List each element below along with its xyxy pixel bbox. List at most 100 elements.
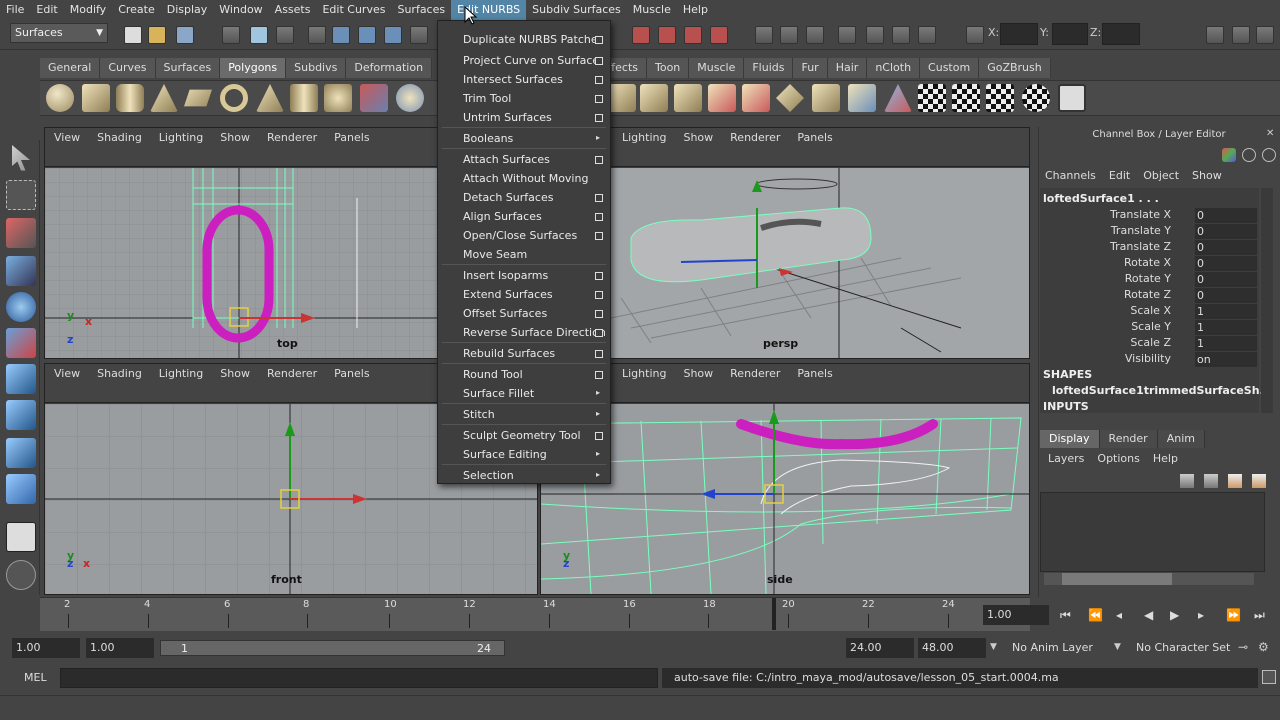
menu-item-untrim-surfaces[interactable]: Untrim Surfaces	[463, 111, 552, 124]
shelf-tab-deformation[interactable]: Deformation	[346, 58, 433, 78]
option-box-icon[interactable]	[595, 114, 603, 122]
attr-label-scale-z[interactable]: Scale Z	[1130, 336, 1171, 349]
cb-menu-show[interactable]: Show	[1187, 167, 1230, 185]
menu-help[interactable]: Help	[677, 0, 714, 20]
viewport-side[interactable]: Lighting Show Renderer Panels y z side	[540, 363, 1030, 595]
menu-subdiv-surfaces[interactable]: Subdiv Surfaces	[526, 0, 627, 20]
menu-modify[interactable]: Modify	[64, 0, 112, 20]
uv-cylindrical-icon[interactable]	[986, 84, 1014, 112]
vp-menu-renderer[interactable]: Renderer	[721, 131, 788, 144]
attr-value-rotate-y[interactable]: 0	[1195, 272, 1257, 287]
attr-value-scale-y[interactable]: 1	[1195, 320, 1257, 335]
menu-item-stitch[interactable]: Stitch	[463, 408, 495, 421]
chevron-down-icon[interactable]: ▼	[1114, 642, 1121, 652]
new-layer-icon[interactable]	[1180, 474, 1194, 488]
play-forward-icon[interactable]: ▶	[1170, 608, 1179, 622]
menu-surfaces[interactable]: Surfaces	[391, 0, 451, 20]
snap-point-icon[interactable]	[384, 26, 402, 44]
shelf-tab-curves[interactable]: Curves	[100, 58, 156, 78]
soft-mod-icon[interactable]	[6, 400, 36, 430]
attr-value-translate-y[interactable]: 0	[1195, 224, 1257, 239]
menu-window[interactable]: Window	[213, 0, 268, 20]
attr-label-translate-x[interactable]: Translate X	[1110, 208, 1171, 221]
split-polygon-icon[interactable]	[708, 84, 736, 112]
attr-value-rotate-x[interactable]: 0	[1195, 256, 1257, 271]
uv-editor-icon[interactable]	[1058, 84, 1086, 112]
menu-item-selection[interactable]: Selection	[463, 469, 514, 482]
option-box-icon[interactable]	[595, 350, 603, 358]
layer-menu-layers[interactable]: Layers	[1040, 450, 1092, 468]
vp-menu-shading[interactable]: Shading	[88, 367, 150, 380]
viewport-persp-canvas[interactable]: persp	[541, 168, 1029, 358]
step-back-frame-icon[interactable]: ◂	[1116, 608, 1122, 622]
extrude-icon[interactable]	[608, 84, 636, 112]
vp-menu-panels[interactable]: Panels	[788, 131, 840, 144]
shelf-tab-custom[interactable]: Custom	[920, 58, 980, 78]
layer-add-icon[interactable]	[1252, 474, 1266, 488]
manipulator-tool-icon[interactable]	[6, 364, 36, 394]
range-slider-track[interactable]: 1 24	[160, 640, 505, 656]
menu-item-round-tool[interactable]: Round Tool	[463, 368, 523, 381]
ipr-render-icon[interactable]	[806, 26, 824, 44]
end-time-field[interactable]: 48.00	[918, 638, 986, 658]
option-box-icon[interactable]	[595, 76, 603, 84]
magnet-icon[interactable]	[710, 26, 728, 44]
snap-plane-icon[interactable]	[410, 26, 428, 44]
poly-cube-icon[interactable]	[82, 84, 110, 112]
layer-menu-help[interactable]: Help	[1148, 450, 1186, 468]
lasso-tool-icon[interactable]	[6, 180, 36, 210]
option-box-icon[interactable]	[595, 371, 603, 379]
object-name[interactable]: loftedSurface1 . . .	[1043, 192, 1159, 205]
poly-sphere-icon[interactable]	[46, 84, 74, 112]
rotate-tool-icon[interactable]	[6, 292, 36, 322]
close-icon[interactable]: ✕	[1266, 128, 1274, 139]
vp-menu-panels[interactable]: Panels	[325, 131, 377, 144]
magnet-icon[interactable]	[684, 26, 702, 44]
select-component-icon[interactable]	[276, 26, 294, 44]
viewport-persp[interactable]: Lighting Show Renderer Panels persp	[540, 127, 1030, 359]
shelf-tab-gozbrush[interactable]: GoZBrush	[979, 58, 1051, 78]
menu-edit[interactable]: Edit	[30, 0, 63, 20]
shelf-tab-toon[interactable]: Toon	[646, 58, 690, 78]
menu-item-extend-surfaces[interactable]: Extend Surfaces	[463, 288, 553, 301]
attr-label-rotate-x[interactable]: Rotate X	[1124, 256, 1171, 269]
layer-list[interactable]	[1040, 492, 1265, 572]
attribute-editor-icon[interactable]	[1242, 148, 1256, 162]
option-box-icon[interactable]	[595, 156, 603, 164]
uv-planar-icon[interactable]	[952, 84, 980, 112]
menu-item-attach-surfaces[interactable]: Attach Surfaces	[463, 153, 550, 166]
menu-item-surface-editing[interactable]: Surface Editing	[463, 448, 547, 461]
menu-item-sculpt-geometry-tool[interactable]: Sculpt Geometry Tool	[463, 429, 581, 442]
insert-edge-loop-icon[interactable]	[742, 84, 770, 112]
step-back-key-icon[interactable]: ⏪	[1088, 608, 1103, 622]
menu-assets[interactable]: Assets	[269, 0, 317, 20]
uv-checker-icon[interactable]	[918, 84, 946, 112]
menu-item-attach-without-moving[interactable]: Attach Without Moving	[463, 172, 588, 185]
vp-menu-view[interactable]: View	[45, 367, 88, 380]
key-icon[interactable]: ⊸	[1238, 640, 1248, 654]
cb-menu-object[interactable]: Object	[1138, 167, 1187, 185]
script-editor-icon[interactable]	[1262, 670, 1276, 684]
vp-menu-show[interactable]: Show	[674, 131, 721, 144]
option-box-icon[interactable]	[595, 310, 603, 318]
vp-menu-lighting[interactable]: Lighting	[613, 367, 674, 380]
viewport-side-canvas[interactable]: y z side	[541, 404, 1029, 594]
select-hierarchy-icon[interactable]	[222, 26, 240, 44]
menu-item-insert-isoparms[interactable]: Insert Isoparms	[463, 269, 548, 282]
menu-edit-curves[interactable]: Edit Curves	[316, 0, 391, 20]
vp-menu-show[interactable]: Show	[211, 131, 258, 144]
poly-cylinder-icon[interactable]	[116, 84, 144, 112]
tool-settings-icon[interactable]	[1262, 148, 1276, 162]
menu-item-project-curve-on-surface[interactable]: Project Curve on Surface	[463, 54, 599, 67]
anim-layer-dropdown[interactable]: No Anim Layer	[1012, 641, 1093, 654]
vp-menu-show[interactable]: Show	[211, 367, 258, 380]
attr-label-scale-x[interactable]: Scale X	[1130, 304, 1171, 317]
menu-item-reverse-surface-direction[interactable]: Reverse Surface Direction	[463, 326, 606, 339]
open-scene-icon[interactable]	[148, 26, 166, 44]
poly-torus-icon[interactable]	[220, 84, 248, 112]
shelf-tab-polygons[interactable]: Polygons	[220, 58, 287, 78]
save-scene-icon[interactable]	[176, 26, 194, 44]
go-to-end-icon[interactable]: ⏭	[1254, 608, 1265, 623]
channel-box-icon[interactable]	[1222, 148, 1236, 162]
layout-single-icon[interactable]	[6, 522, 36, 552]
